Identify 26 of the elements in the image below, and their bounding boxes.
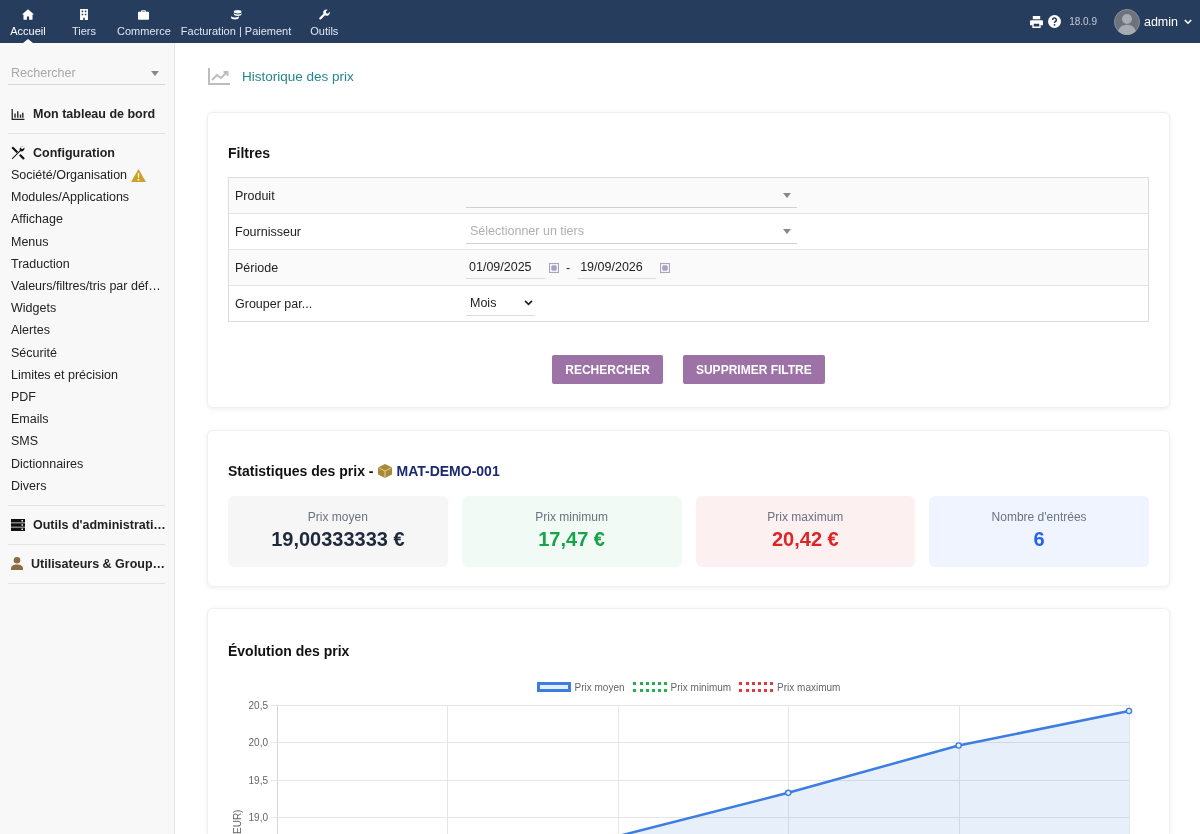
section-title: Statistiques des prix - [228,462,374,480]
legend-label: Prix minimum [670,681,732,693]
stat-value: 20,42 € [772,527,839,551]
stat-value: 6 [1033,527,1045,551]
axis-tick-label: 19,0 [248,812,268,823]
stat-value: 19,00333333 € [271,527,405,551]
filter-label: Produit [234,188,276,203]
legend-label: Prix maximum [777,681,841,693]
stat-label: Prix maximum [767,510,844,524]
range-separator: - [566,260,571,275]
version-label: 18.0.9 [1069,16,1097,27]
section-title: Filtres [228,144,271,162]
axis-tick-label: 20,5 [248,699,268,711]
stat-label: Nombre d'entrées [991,510,1087,524]
legend-label: Prix moyen [574,681,625,693]
section-title: Évolution des prix [228,642,351,660]
stat-value: 17,47 € [538,527,605,551]
stat-label: Prix moyen [307,510,368,524]
page-title: Historique des prix [242,69,354,84]
filter-label: Période [234,260,280,275]
axis-tick-label: 19,5 [248,774,268,786]
stat-label: Prix minimum [535,510,608,524]
axis-tick-label: 20,0 [248,737,268,748]
filter-label: Fournisseur [234,224,302,239]
filter-label: Grouper par... [234,296,314,311]
axis-title: EUR) [232,809,243,834]
